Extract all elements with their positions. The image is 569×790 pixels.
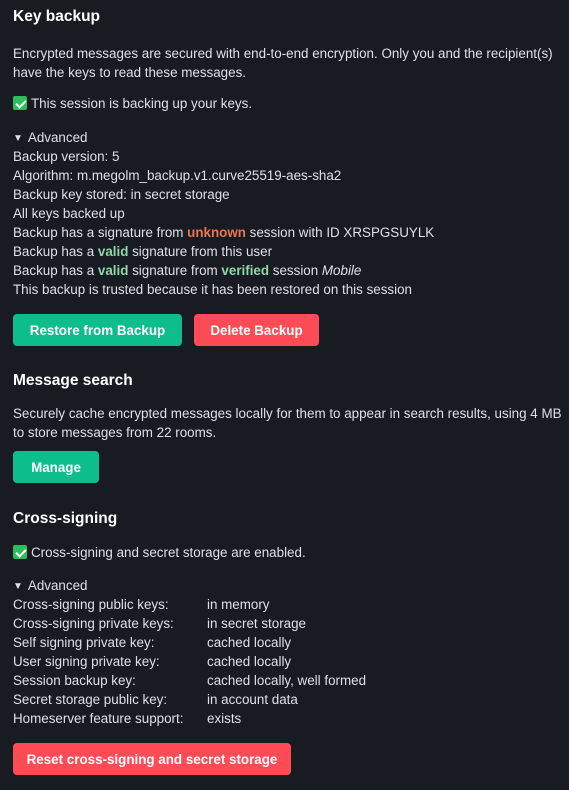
- detail-value: cached locally: [207, 635, 292, 650]
- signature-this-user: Backup has a valid signature from this u…: [13, 244, 272, 259]
- detail-value: in secret storage: [207, 616, 306, 631]
- restore-from-backup-button[interactable]: Restore from Backup: [13, 314, 182, 346]
- cross-signing-heading: Cross-signing: [13, 510, 118, 527]
- all-keys-backed-up: All keys backed up: [13, 206, 125, 221]
- backup-version: Backup version: 5: [13, 149, 120, 164]
- backup-trusted-note: This backup is trusted because it has be…: [13, 282, 412, 297]
- key-backup-description: Encrypted messages are secured with end-…: [13, 46, 553, 80]
- detail-value: cached locally, well formed: [207, 673, 367, 688]
- detail-label: Homeserver feature support:: [13, 711, 184, 726]
- key-backup-status: This session is backing up your keys.: [13, 96, 252, 111]
- key-backup-status-text: This session is backing up your keys.: [31, 96, 253, 111]
- sig-text: signature from this user: [128, 244, 273, 259]
- detail-value: exists: [207, 711, 242, 726]
- disclosure-triangle-icon: ▼: [13, 581, 23, 592]
- disclosure-triangle-icon: ▼: [13, 133, 23, 144]
- valid-keyword: valid: [97, 263, 129, 278]
- detail-label: Secret storage public key:: [13, 692, 168, 707]
- advanced-label: Advanced: [27, 130, 88, 145]
- backup-key-stored: Backup key stored: in secret storage: [13, 187, 230, 202]
- check-mark-icon: [13, 545, 27, 559]
- delete-backup-button[interactable]: Delete Backup: [194, 314, 319, 346]
- key-backup-heading: Key backup: [13, 8, 101, 25]
- sig-text: session with ID XRSPGSUYLK: [245, 225, 435, 240]
- message-search-description: Securely cache encrypted messages locall…: [13, 406, 562, 440]
- sig-text: session: [269, 263, 322, 278]
- signature-unknown-session: Backup has a signature from unknown sess…: [13, 225, 434, 240]
- check-mark-icon: [13, 96, 27, 110]
- session-name: Mobile: [321, 263, 362, 278]
- detail-value: cached locally: [207, 654, 292, 669]
- sig-text: Backup has a: [13, 263, 98, 278]
- advanced-label: Advanced: [27, 578, 88, 593]
- manage-button[interactable]: Manage: [13, 451, 99, 483]
- key-backup-advanced-toggle[interactable]: ▼ Advanced: [13, 130, 87, 145]
- unknown-keyword: unknown: [187, 225, 246, 240]
- valid-keyword: valid: [97, 244, 129, 259]
- reset-cross-signing-button[interactable]: Reset cross-signing and secret storage: [13, 743, 291, 775]
- cross-signing-details-table: Cross-signing public keys: in memory Cro…: [13, 597, 561, 730]
- backup-algorithm: Algorithm: m.megolm_backup.v1.curve25519…: [13, 168, 342, 183]
- sig-text: signature from: [128, 263, 222, 278]
- signature-verified-session: Backup has a valid signature from verifi…: [13, 263, 361, 278]
- detail-label: Cross-signing public keys:: [13, 597, 169, 612]
- detail-label: Session backup key:: [13, 673, 136, 688]
- detail-value: in account data: [207, 692, 298, 707]
- sig-text: Backup has a: [13, 244, 98, 259]
- detail-label: User signing private key:: [13, 654, 160, 669]
- verified-keyword: verified: [221, 263, 270, 278]
- detail-label: Self signing private key:: [13, 635, 155, 650]
- cross-signing-advanced-toggle[interactable]: ▼ Advanced: [13, 578, 87, 593]
- detail-value: in memory: [207, 597, 270, 612]
- sig-text: Backup has a signature from: [13, 225, 188, 240]
- cross-signing-status: Cross-signing and secret storage are ena…: [13, 545, 306, 560]
- detail-label: Cross-signing private keys:: [13, 616, 174, 631]
- message-search-heading: Message search: [13, 372, 133, 389]
- cross-signing-status-text: Cross-signing and secret storage are ena…: [31, 545, 306, 560]
